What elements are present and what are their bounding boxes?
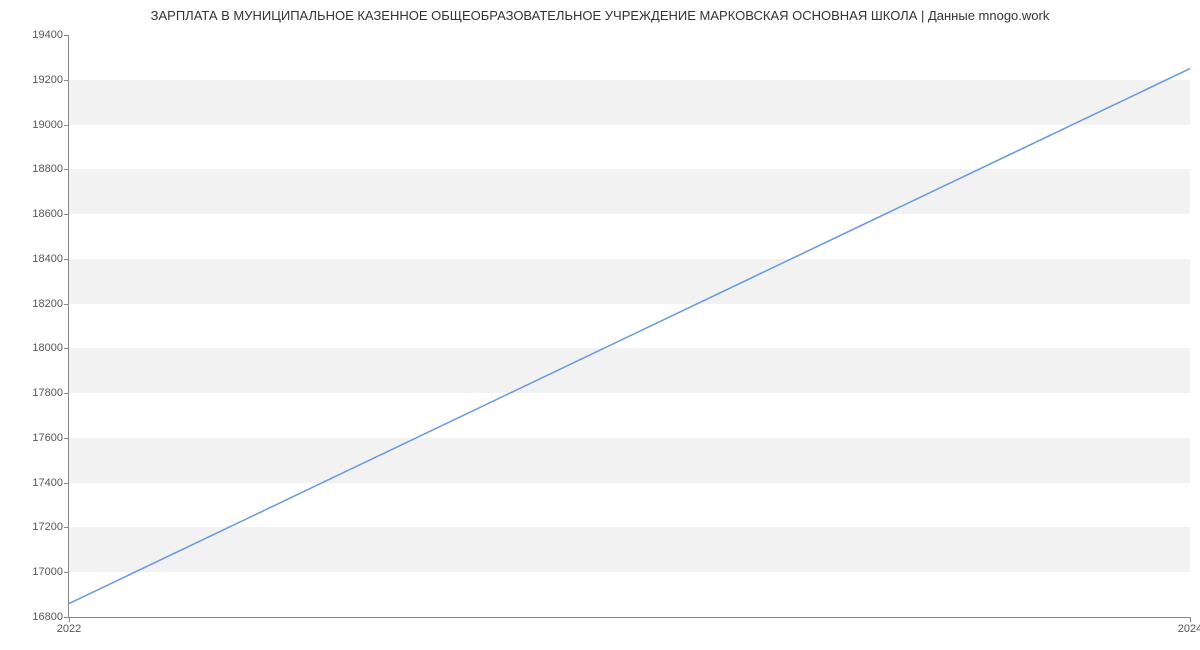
y-tick-mark [64, 348, 69, 349]
plot-area: 1680017000172001740017600178001800018200… [68, 35, 1190, 618]
y-tick-mark [64, 304, 69, 305]
y-tick-label: 19000 [32, 119, 63, 131]
y-tick-label: 18800 [32, 163, 63, 175]
y-tick-label: 17000 [32, 566, 63, 578]
y-tick-label: 18400 [32, 253, 63, 265]
y-tick-mark [64, 483, 69, 484]
y-tick-mark [64, 259, 69, 260]
chart-title: ЗАРПЛАТА В МУНИЦИПАЛЬНОЕ КАЗЕННОЕ ОБЩЕОБ… [0, 0, 1200, 23]
x-tick-label: 2024 [1178, 623, 1200, 635]
y-tick-mark [64, 527, 69, 528]
data-line [69, 69, 1190, 604]
y-tick-mark [64, 169, 69, 170]
y-tick-mark [64, 80, 69, 81]
y-tick-mark [64, 438, 69, 439]
y-tick-label: 16800 [32, 611, 63, 623]
y-tick-label: 17400 [32, 477, 63, 489]
y-tick-label: 19400 [32, 29, 63, 41]
y-tick-label: 17800 [32, 387, 63, 399]
y-tick-mark [64, 572, 69, 573]
line-chart-svg [69, 35, 1190, 617]
y-tick-label: 18200 [32, 298, 63, 310]
y-tick-mark [64, 214, 69, 215]
y-tick-label: 18000 [32, 342, 63, 354]
y-tick-label: 18600 [32, 208, 63, 220]
y-tick-mark [64, 35, 69, 36]
chart-container: ЗАРПЛАТА В МУНИЦИПАЛЬНОЕ КАЗЕННОЕ ОБЩЕОБ… [0, 0, 1200, 650]
x-tick-mark [69, 617, 70, 622]
y-tick-mark [64, 393, 69, 394]
x-tick-mark [1190, 617, 1191, 622]
y-tick-label: 17600 [32, 432, 63, 444]
y-tick-label: 19200 [32, 74, 63, 86]
x-tick-label: 2022 [57, 623, 81, 635]
y-tick-label: 17200 [32, 521, 63, 533]
y-tick-mark [64, 125, 69, 126]
